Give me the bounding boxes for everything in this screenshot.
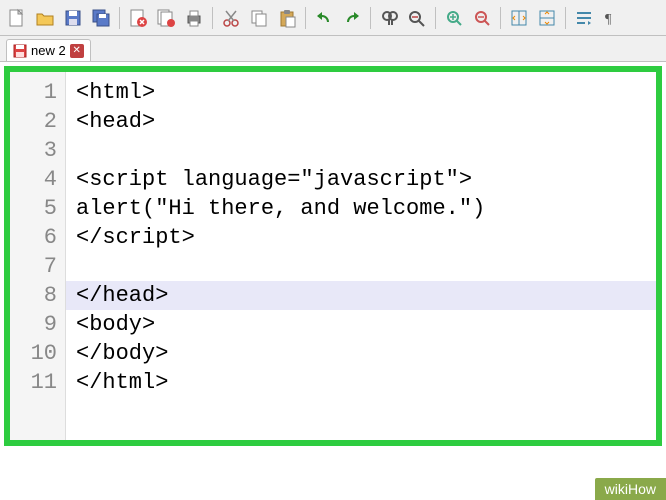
line-number-gutter: 1234567891011	[10, 72, 66, 440]
code-line[interactable]: <script language="javascript">	[76, 165, 656, 194]
copy-icon[interactable]	[246, 5, 272, 31]
sync-horizontal-icon[interactable]	[534, 5, 560, 31]
line-number: 5	[10, 194, 57, 223]
undo-icon[interactable]	[311, 5, 337, 31]
toolbar-separator	[305, 7, 306, 29]
toolbar-separator	[119, 7, 120, 29]
show-chars-icon[interactable]: ¶	[599, 5, 625, 31]
tab-label: new 2	[31, 43, 66, 58]
print-icon[interactable]	[181, 5, 207, 31]
line-number: 8	[10, 281, 57, 310]
new-file-icon[interactable]	[4, 5, 30, 31]
line-number: 10	[10, 339, 57, 368]
close-all-icon[interactable]	[153, 5, 179, 31]
code-line[interactable]: <html>	[76, 78, 656, 107]
unsaved-disk-icon	[13, 44, 27, 58]
code-line[interactable]	[76, 136, 656, 165]
code-area[interactable]: <html><head> <script language="javascript…	[66, 72, 656, 440]
tab-bar: new 2 ✕	[0, 36, 666, 62]
code-editor[interactable]: 1234567891011 <html><head> <script langua…	[4, 66, 662, 446]
sync-vertical-icon[interactable]	[506, 5, 532, 31]
code-line[interactable]: <body>	[76, 310, 656, 339]
replace-icon[interactable]	[404, 5, 430, 31]
line-number: 6	[10, 223, 57, 252]
line-number: 1	[10, 78, 57, 107]
code-line[interactable]: </head>	[66, 281, 656, 310]
find-icon[interactable]	[376, 5, 402, 31]
paste-icon[interactable]	[274, 5, 300, 31]
line-number: 11	[10, 368, 57, 397]
tab-new-2[interactable]: new 2 ✕	[6, 39, 91, 61]
code-line[interactable]: </html>	[76, 368, 656, 397]
cut-icon[interactable]	[218, 5, 244, 31]
main-toolbar: ¶	[0, 0, 666, 36]
code-line[interactable]: alert("Hi there, and welcome.")	[76, 194, 656, 223]
save-all-icon[interactable]	[88, 5, 114, 31]
tab-close-icon[interactable]: ✕	[70, 44, 84, 58]
redo-icon[interactable]	[339, 5, 365, 31]
save-icon[interactable]	[60, 5, 86, 31]
line-number: 4	[10, 165, 57, 194]
toolbar-separator	[435, 7, 436, 29]
toolbar-separator	[565, 7, 566, 29]
code-line[interactable]	[76, 252, 656, 281]
wikihow-watermark: wikiHow	[595, 478, 666, 500]
svg-text:¶: ¶	[605, 12, 612, 27]
line-number: 9	[10, 310, 57, 339]
close-file-icon[interactable]	[125, 5, 151, 31]
code-line[interactable]: <head>	[76, 107, 656, 136]
toolbar-separator	[500, 7, 501, 29]
open-file-icon[interactable]	[32, 5, 58, 31]
code-line[interactable]: </script>	[76, 223, 656, 252]
zoom-in-icon[interactable]	[441, 5, 467, 31]
toolbar-separator	[370, 7, 371, 29]
line-number: 3	[10, 136, 57, 165]
zoom-out-icon[interactable]	[469, 5, 495, 31]
toolbar-separator	[212, 7, 213, 29]
line-number: 2	[10, 107, 57, 136]
line-number: 7	[10, 252, 57, 281]
code-line[interactable]: </body>	[76, 339, 656, 368]
word-wrap-icon[interactable]	[571, 5, 597, 31]
